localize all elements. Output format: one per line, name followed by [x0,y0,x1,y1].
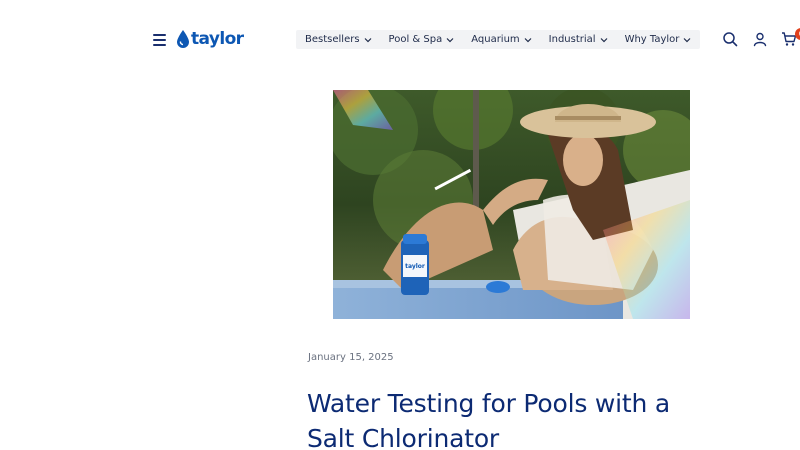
water-drop-icon [177,30,189,48]
nav-item-pool-spa[interactable]: Pool & Spa [389,34,455,45]
nav-item-industrial[interactable]: Industrial [549,34,608,45]
post-date: January 15, 2025 [308,352,394,363]
nav-item-label: Bestsellers [305,34,360,45]
chevron-down-icon [364,37,371,42]
chevron-down-icon [600,37,608,42]
cart-count-badge: 0 [795,28,800,40]
search-icon[interactable] [722,31,738,47]
hamburger-menu-icon[interactable] [152,31,168,47]
nav-item-why-taylor[interactable]: Why Taylor [625,34,692,45]
chevron-down-icon [683,37,691,42]
nav-item-label: Aquarium [471,34,520,45]
nav-item-label: Pool & Spa [388,34,443,45]
hero-image: taylor [333,90,690,319]
user-icon[interactable] [752,31,768,47]
post-title: Water Testing for Pools with a Salt Chlo… [307,389,671,450]
logo-wordmark: taylor [191,29,244,49]
svg-text:taylor: taylor [405,263,425,270]
main-nav: Bestsellers Pool & Spa Aquarium Industri… [296,30,701,49]
nav-item-label: Industrial [548,34,596,45]
site-header: taylor Bestsellers Pool & Spa Aquarium I… [0,0,800,78]
chevron-down-icon [446,37,454,42]
nav-item-aquarium[interactable]: Aquarium [471,34,532,45]
taylor-logo[interactable]: taylor [176,27,244,51]
nav-item-label: Why Taylor [624,34,680,45]
nav-item-bestsellers[interactable]: Bestsellers [305,34,372,45]
hero-photo: taylor [333,90,690,319]
chevron-down-icon [524,37,532,42]
